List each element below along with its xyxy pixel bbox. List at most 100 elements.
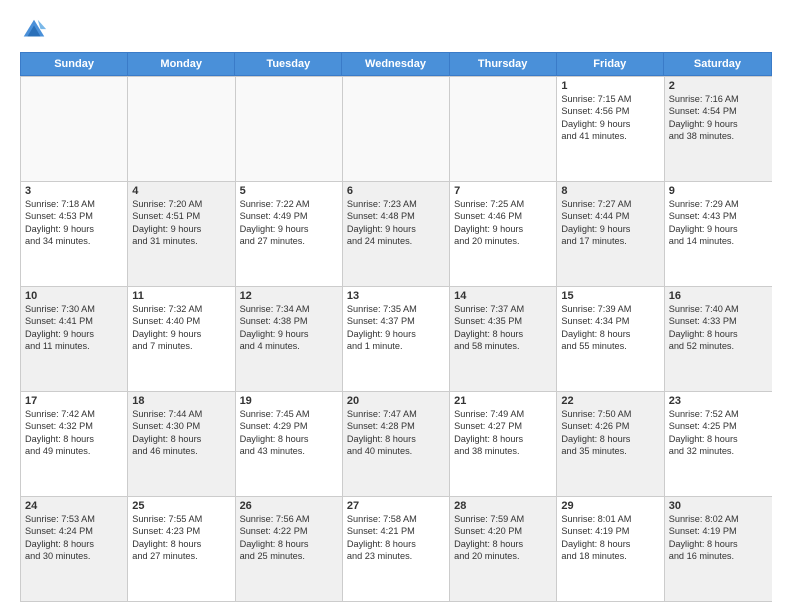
cell-line: Sunset: 4:51 PM (132, 210, 230, 222)
cell-line: and 23 minutes. (347, 550, 445, 562)
calendar-row-3: 10Sunrise: 7:30 AMSunset: 4:41 PMDayligh… (21, 286, 772, 391)
cell-line: Sunset: 4:30 PM (132, 420, 230, 432)
cell-line: Daylight: 9 hours (561, 118, 659, 130)
day-number: 11 (132, 290, 230, 302)
day-number: 16 (669, 290, 768, 302)
cell-line: Sunrise: 7:45 AM (240, 408, 338, 420)
cell-line: Sunrise: 7:18 AM (25, 198, 123, 210)
day-number: 5 (240, 185, 338, 197)
cell-line: and 11 minutes. (25, 340, 123, 352)
cell-line: Daylight: 8 hours (669, 538, 768, 550)
cell-line: and 14 minutes. (669, 235, 768, 247)
calendar-cell-30: 30Sunrise: 8:02 AMSunset: 4:19 PMDayligh… (665, 497, 772, 601)
cell-line: Sunset: 4:49 PM (240, 210, 338, 222)
cell-line: Sunrise: 7:42 AM (25, 408, 123, 420)
cell-line: and 32 minutes. (669, 445, 768, 457)
cell-line: and 46 minutes. (132, 445, 230, 457)
calendar-cell-28: 28Sunrise: 7:59 AMSunset: 4:20 PMDayligh… (450, 497, 557, 601)
cell-line: Sunrise: 7:30 AM (25, 303, 123, 315)
calendar-cell-3: 3Sunrise: 7:18 AMSunset: 4:53 PMDaylight… (21, 182, 128, 286)
calendar-cell-empty-1 (128, 77, 235, 181)
cell-line: Sunrise: 7:25 AM (454, 198, 552, 210)
day-number: 2 (669, 80, 768, 92)
cell-line: Sunrise: 7:58 AM (347, 513, 445, 525)
cell-line: and 31 minutes. (132, 235, 230, 247)
cell-line: and 41 minutes. (561, 130, 659, 142)
day-header-friday: Friday (557, 53, 664, 75)
cell-line: Sunset: 4:29 PM (240, 420, 338, 432)
cell-line: Sunrise: 7:35 AM (347, 303, 445, 315)
calendar-cell-13: 13Sunrise: 7:35 AMSunset: 4:37 PMDayligh… (343, 287, 450, 391)
cell-line: and 18 minutes. (561, 550, 659, 562)
cell-line: and 55 minutes. (561, 340, 659, 352)
day-number: 23 (669, 395, 768, 407)
cell-line: Sunset: 4:23 PM (132, 525, 230, 537)
cell-line: Sunset: 4:37 PM (347, 315, 445, 327)
cell-line: Daylight: 8 hours (561, 538, 659, 550)
cell-line: and 20 minutes. (454, 235, 552, 247)
cell-line: Sunset: 4:40 PM (132, 315, 230, 327)
cell-line: Daylight: 9 hours (347, 223, 445, 235)
cell-line: Sunset: 4:19 PM (669, 525, 768, 537)
cell-line: and 34 minutes. (25, 235, 123, 247)
calendar-header: SundayMondayTuesdayWednesdayThursdayFrid… (20, 52, 772, 76)
cell-line: Daylight: 8 hours (347, 538, 445, 550)
cell-line: Sunset: 4:34 PM (561, 315, 659, 327)
calendar-body: 1Sunrise: 7:15 AMSunset: 4:56 PMDaylight… (20, 76, 772, 602)
cell-line: Sunrise: 7:44 AM (132, 408, 230, 420)
day-number: 21 (454, 395, 552, 407)
day-number: 30 (669, 500, 768, 512)
calendar-cell-empty-3 (343, 77, 450, 181)
cell-line: and 52 minutes. (669, 340, 768, 352)
calendar-cell-14: 14Sunrise: 7:37 AMSunset: 4:35 PMDayligh… (450, 287, 557, 391)
day-header-thursday: Thursday (450, 53, 557, 75)
day-number: 3 (25, 185, 123, 197)
cell-line: and 35 minutes. (561, 445, 659, 457)
cell-line: and 38 minutes. (454, 445, 552, 457)
cell-line: Daylight: 9 hours (454, 223, 552, 235)
cell-line: Daylight: 8 hours (347, 433, 445, 445)
cell-line: Daylight: 9 hours (240, 328, 338, 340)
cell-line: Daylight: 9 hours (132, 223, 230, 235)
cell-line: Sunrise: 7:59 AM (454, 513, 552, 525)
cell-line: Sunrise: 7:53 AM (25, 513, 123, 525)
day-number: 24 (25, 500, 123, 512)
calendar-cell-23: 23Sunrise: 7:52 AMSunset: 4:25 PMDayligh… (665, 392, 772, 496)
calendar-cell-16: 16Sunrise: 7:40 AMSunset: 4:33 PMDayligh… (665, 287, 772, 391)
cell-line: Sunset: 4:26 PM (561, 420, 659, 432)
cell-line: and 4 minutes. (240, 340, 338, 352)
day-number: 14 (454, 290, 552, 302)
cell-line: Daylight: 8 hours (132, 538, 230, 550)
calendar-cell-2: 2Sunrise: 7:16 AMSunset: 4:54 PMDaylight… (665, 77, 772, 181)
cell-line: Sunset: 4:38 PM (240, 315, 338, 327)
cell-line: Sunrise: 8:01 AM (561, 513, 659, 525)
calendar-cell-8: 8Sunrise: 7:27 AMSunset: 4:44 PMDaylight… (557, 182, 664, 286)
day-number: 8 (561, 185, 659, 197)
day-number: 7 (454, 185, 552, 197)
cell-line: Sunrise: 7:22 AM (240, 198, 338, 210)
day-header-monday: Monday (128, 53, 235, 75)
cell-line: and 58 minutes. (454, 340, 552, 352)
calendar-cell-26: 26Sunrise: 7:56 AMSunset: 4:22 PMDayligh… (236, 497, 343, 601)
cell-line: Sunset: 4:44 PM (561, 210, 659, 222)
day-number: 13 (347, 290, 445, 302)
cell-line: Sunset: 4:56 PM (561, 105, 659, 117)
cell-line: Sunrise: 7:50 AM (561, 408, 659, 420)
calendar-cell-22: 22Sunrise: 7:50 AMSunset: 4:26 PMDayligh… (557, 392, 664, 496)
cell-line: Daylight: 8 hours (132, 433, 230, 445)
cell-line: Sunset: 4:20 PM (454, 525, 552, 537)
day-number: 20 (347, 395, 445, 407)
cell-line: Sunset: 4:43 PM (669, 210, 768, 222)
cell-line: Daylight: 9 hours (25, 328, 123, 340)
calendar-cell-15: 15Sunrise: 7:39 AMSunset: 4:34 PMDayligh… (557, 287, 664, 391)
cell-line: Sunrise: 7:56 AM (240, 513, 338, 525)
cell-line: and 7 minutes. (132, 340, 230, 352)
cell-line: Daylight: 9 hours (132, 328, 230, 340)
logo-icon (20, 16, 48, 44)
calendar-cell-19: 19Sunrise: 7:45 AMSunset: 4:29 PMDayligh… (236, 392, 343, 496)
cell-line: Daylight: 8 hours (25, 433, 123, 445)
calendar-cell-4: 4Sunrise: 7:20 AMSunset: 4:51 PMDaylight… (128, 182, 235, 286)
cell-line: Sunrise: 7:27 AM (561, 198, 659, 210)
cell-line: Sunrise: 7:37 AM (454, 303, 552, 315)
calendar-cell-24: 24Sunrise: 7:53 AMSunset: 4:24 PMDayligh… (21, 497, 128, 601)
